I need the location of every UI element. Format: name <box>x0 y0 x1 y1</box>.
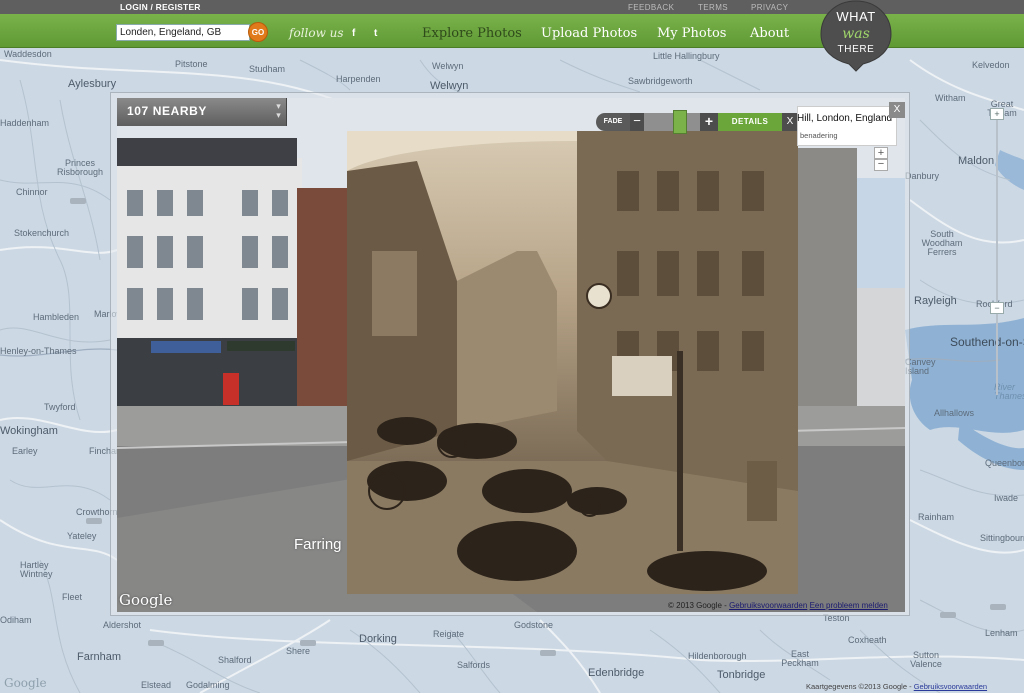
street-name-label: Farring <box>294 536 342 553</box>
map-place-label: Rainham <box>918 512 955 522</box>
map-place-label: Yateley <box>67 531 97 541</box>
map-footer-text: Kaartgegevens ©2013 Google - <box>806 682 912 691</box>
map-place-label: Hartley Wintney <box>20 560 53 579</box>
map-place-label: Queenborough <box>985 458 1024 468</box>
nav-upload-photos[interactable]: Upload Photos <box>541 26 637 41</box>
nav-my-photos[interactable]: My Photos <box>657 26 726 41</box>
map-place-label: Coxheath <box>848 635 887 645</box>
map-place-label: Farnham <box>77 651 122 663</box>
map-place-label: Witham <box>935 93 966 103</box>
terms-of-use-link[interactable]: Gebruiksvoorwaarden <box>729 601 807 610</box>
google-logo: Google <box>119 591 173 609</box>
map-place-label: Hambleden <box>33 312 80 322</box>
map-place-label: Sawbridgeworth <box>628 76 693 86</box>
map-place-label: Kelvedon <box>972 60 1010 70</box>
map-place-label: Maldon <box>958 155 995 167</box>
location-info-title: Hill, London, England <box>797 113 893 124</box>
map-place-label: Pitstone <box>175 59 208 69</box>
map-place-label: Henley-on-Thames <box>0 346 77 356</box>
map-place-label: Princes Risborough <box>56 158 104 177</box>
map-place-label: Aldershot <box>103 620 142 630</box>
go-button[interactable]: GO <box>248 22 268 42</box>
map-footer: Kaartgegevens ©2013 Google - Gebruiksvoo… <box>806 682 987 691</box>
map-place-label: South Woodham Ferrers <box>921 229 963 257</box>
logo-text-was: was <box>842 26 870 42</box>
map-place-label: Southend-on-Sea <box>950 335 1024 349</box>
fade-label: FADE <box>596 113 630 131</box>
zoom-out-icon[interactable]: − <box>874 159 888 171</box>
map-place-label: Edenbridge <box>588 667 645 679</box>
map-google-logo: Google <box>4 676 47 690</box>
map-place-label: Wokingham <box>0 425 58 437</box>
map-place-label: Rayleigh <box>914 295 957 307</box>
logo-text-what: WHAT <box>836 9 876 24</box>
map-zoom-out-icon[interactable]: − <box>990 302 1004 314</box>
map-zoom-in-icon[interactable]: + <box>990 108 1004 120</box>
map-place-label: Shere <box>286 646 311 656</box>
map-place-label: Earley <box>12 446 38 456</box>
historic-photo-image <box>347 131 798 594</box>
map-place-label: Shalford <box>218 655 252 665</box>
nearby-photos-dropdown[interactable]: 107 NEARBY <box>117 98 287 126</box>
map-place-label: Reigate <box>433 629 465 639</box>
location-info-box <box>797 106 897 146</box>
map-place-label: Welwyn <box>430 80 469 92</box>
map-place-label: Sutton Valence <box>910 650 942 669</box>
details-button[interactable]: DETAILS <box>718 113 782 131</box>
logo-text-there: THERE <box>837 44 875 55</box>
copyright-text: © 2013 Google - <box>668 601 727 610</box>
terms-link[interactable]: TERMS <box>698 3 728 12</box>
details-close-icon[interactable]: X <box>782 113 798 131</box>
fade-slider-handle[interactable] <box>673 110 687 134</box>
map-place-label: Iwade <box>994 493 1019 503</box>
map-terms-link[interactable]: Gebruiksvoorwaarden <box>914 682 987 691</box>
map-place-label: Godalming <box>186 680 230 690</box>
report-problem-link[interactable]: Een probleem melden <box>810 601 888 610</box>
map-place-label: Salfords <box>457 660 491 670</box>
street-view-copyright: © 2013 Google - Gebruiksvoorwaarden Een … <box>668 601 888 610</box>
map-place-label: Sittingbourne <box>980 533 1024 543</box>
map-place-label: East Peckham <box>781 649 819 668</box>
fade-decrease-button[interactable]: − <box>630 113 644 131</box>
map-place-label: Studham <box>249 64 286 74</box>
map-place-label: River Thames <box>994 382 1024 401</box>
panel-close-icon[interactable]: X <box>889 102 905 118</box>
map-place-label: Odiham <box>0 615 32 625</box>
map-place-label: Elstead <box>141 680 172 690</box>
map-place-label: Dorking <box>359 633 397 645</box>
fade-increase-button[interactable]: + <box>700 113 718 131</box>
map-place-label: Hildenborough <box>688 651 747 661</box>
map-zoom-track[interactable] <box>996 115 998 395</box>
what-was-there-logo[interactable]: WHAT was THERE <box>819 0 893 72</box>
map-place-label: Godstone <box>514 620 554 630</box>
map-place-label: Allhallows <box>934 408 975 418</box>
map-place-label: Tonbridge <box>717 669 766 681</box>
login-register-link[interactable]: LOGIN / REGISTER <box>120 2 201 12</box>
twitter-icon[interactable]: t <box>374 28 377 39</box>
privacy-link[interactable]: PRIVACY <box>751 3 788 12</box>
map-place-label: Aylesbury <box>68 78 117 90</box>
facebook-icon[interactable]: f <box>352 28 355 39</box>
map-place-label: Waddesdon <box>4 49 52 59</box>
nav-about[interactable]: About <box>750 26 789 41</box>
map-place-label: Danbury <box>905 171 940 181</box>
follow-us-label: follow us <box>289 26 344 40</box>
map-place-label: Harpenden <box>336 74 381 84</box>
location-search-input[interactable]: Londen, Engeland, GB <box>116 24 250 41</box>
map-place-label: Stokenchurch <box>14 228 70 238</box>
map-place-label: Little Hallingbury <box>653 51 720 61</box>
historic-photo-overlay[interactable] <box>347 131 798 594</box>
map-place-label: Fleet <box>62 592 83 602</box>
map-place-label: Welwyn <box>432 61 464 71</box>
map-place-label: Haddenham <box>0 118 50 128</box>
map-place-label: Chinnor <box>16 187 48 197</box>
chevron-down-icon[interactable]: ▾ ▾ <box>272 102 285 120</box>
fade-slider-track[interactable] <box>644 113 700 131</box>
location-info-subtitle: benadering <box>800 131 838 140</box>
map-place-label: Lenham <box>985 628 1018 638</box>
feedback-link[interactable]: FEEDBACK <box>628 3 674 12</box>
nav-explore-photos[interactable]: Explore Photos <box>422 26 522 41</box>
map-place-label: Twyford <box>44 402 76 412</box>
